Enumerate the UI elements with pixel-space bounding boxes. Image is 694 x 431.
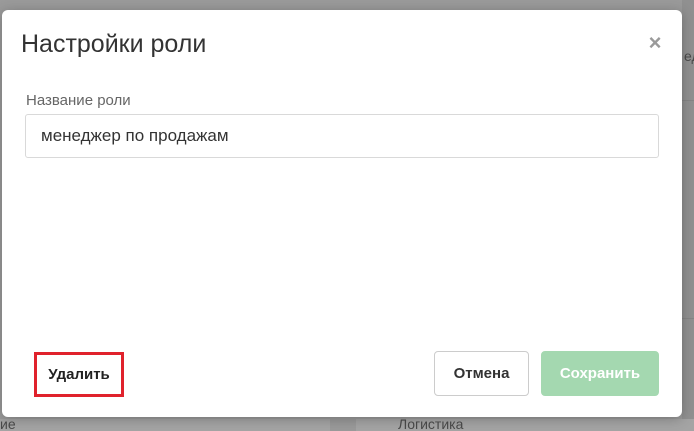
close-icon[interactable]: ×: [646, 32, 664, 54]
role-name-input[interactable]: [25, 114, 659, 158]
background-right-column: [682, 0, 694, 431]
background-divider: [682, 318, 694, 319]
dialog-title: Настройки роли: [21, 30, 207, 58]
background-row-text: Логистика: [398, 416, 464, 431]
background-left-panel: [0, 419, 330, 431]
role-name-label: Название роли: [26, 92, 131, 109]
save-button[interactable]: Сохранить: [541, 351, 659, 396]
role-settings-dialog: Настройки роли × Название роли Удалить О…: [2, 10, 682, 417]
background-divider: [682, 100, 694, 101]
cancel-button[interactable]: Отмена: [434, 351, 529, 396]
background-header-text: ед: [684, 48, 694, 64]
background-row-text: ие: [0, 416, 16, 431]
delete-button[interactable]: Удалить: [34, 352, 124, 397]
